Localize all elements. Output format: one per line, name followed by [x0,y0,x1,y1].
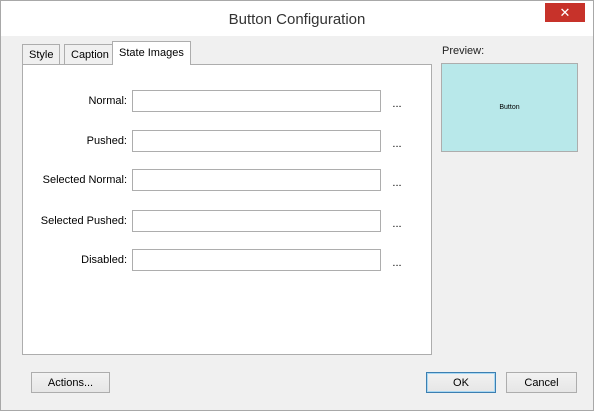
disabled-label: Disabled: [81,254,127,266]
state-row-normal: Normal: ... [23,90,433,112]
title-bar: Button Configuration ✕ [1,1,593,36]
cancel-button[interactable]: Cancel [506,372,577,393]
normal-browse-button[interactable]: ... [389,93,405,111]
state-row-selected-normal: Selected Normal: ... [23,169,433,191]
close-icon: ✕ [559,4,571,20]
button-preview: Button [441,63,578,152]
ok-button[interactable]: OK [426,372,496,393]
selected-pushed-browse-button[interactable]: ... [389,213,405,231]
dialog-window: Button Configuration ✕ Style Caption Sta… [0,0,594,411]
pushed-image-field[interactable] [132,130,381,152]
state-row-disabled: Disabled: ... [23,249,433,271]
selected-normal-image-field[interactable] [132,169,381,191]
actions-button[interactable]: Actions... [31,372,110,393]
close-button[interactable]: ✕ [545,3,585,22]
tab-caption[interactable]: Caption [64,44,116,64]
state-images-panel: Normal: ... Pushed: ... Selected Normal:… [22,64,432,355]
state-row-selected-pushed: Selected Pushed: ... [23,210,433,232]
preview-button-text: Button [499,104,520,111]
tab-style[interactable]: Style [22,44,61,64]
window-title: Button Configuration [228,11,366,28]
pushed-browse-button[interactable]: ... [389,133,405,151]
preview-label: Preview: [442,45,485,57]
disabled-browse-button[interactable]: ... [389,252,405,270]
tab-state-images[interactable]: State Images [112,41,191,65]
selected-normal-label: Selected Normal: [42,174,127,186]
selected-pushed-label: Selected Pushed: [40,215,127,227]
normal-image-field[interactable] [132,90,381,112]
selected-normal-browse-button[interactable]: ... [389,172,405,190]
selected-pushed-image-field[interactable] [132,210,381,232]
normal-label: Normal: [88,95,127,107]
disabled-image-field[interactable] [132,249,381,271]
state-row-pushed: Pushed: ... [23,130,433,152]
pushed-label: Pushed: [86,135,127,147]
